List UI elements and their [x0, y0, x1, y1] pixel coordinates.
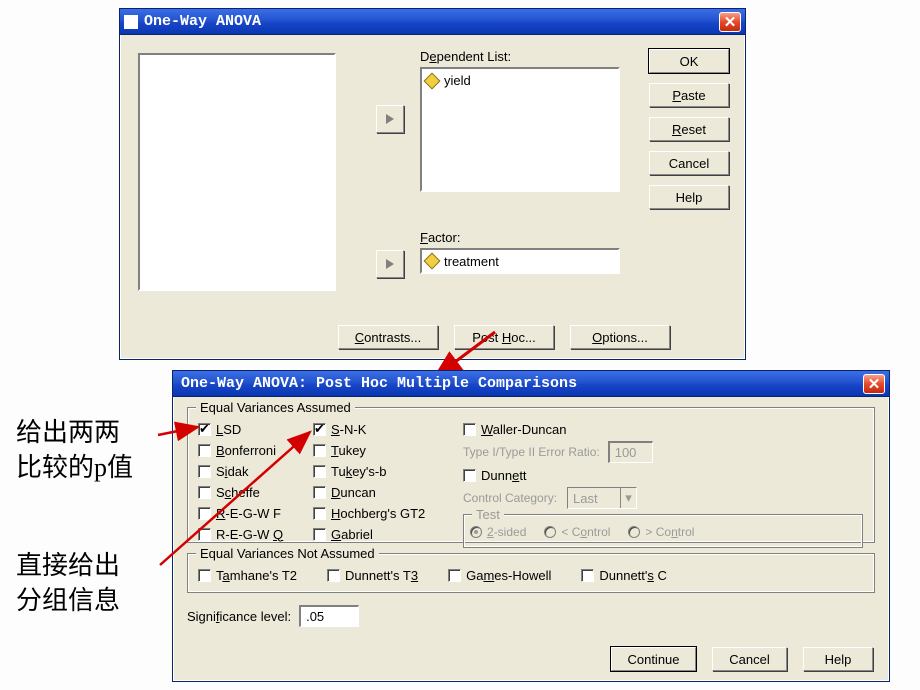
paste-button[interactable]: Paste	[649, 83, 729, 107]
checkbox-regwf[interactable]: R-E-G-W F	[198, 504, 313, 522]
error-ratio-label: Type I/Type II Error Ratio:	[463, 445, 600, 459]
group-test: Test 2-sided < Control > Control	[463, 514, 863, 548]
checkbox-bonferroni[interactable]: Bonferroni	[198, 441, 313, 459]
checkbox-snk[interactable]: ✔S-N-K	[313, 420, 463, 438]
options-button[interactable]: Options...	[570, 325, 670, 349]
annotation-2: 直接给出 分组信息	[16, 548, 120, 618]
checkbox-sidak[interactable]: Sidak	[198, 462, 313, 480]
app-icon	[124, 15, 138, 29]
dependent-list[interactable]: yield	[420, 67, 620, 192]
factor-field[interactable]: treatment	[420, 248, 620, 274]
variables-list[interactable]	[138, 53, 336, 291]
significance-input[interactable]: .05	[299, 605, 359, 627]
chevron-down-icon: ▾	[620, 488, 636, 508]
anova-dialog: One-Way ANOVA ✕ Dependent List: yield Fa…	[119, 8, 746, 360]
error-ratio-input: 100	[608, 441, 653, 463]
control-category-dropdown: Last ▾	[567, 487, 637, 509]
checkbox-gabriel[interactable]: Gabriel	[313, 525, 463, 543]
posthoc-dialog: One-Way ANOVA: Post Hoc Multiple Compari…	[172, 370, 890, 682]
checkbox-lsd[interactable]: ✔LSD	[198, 420, 313, 438]
control-category-label: Control Category:	[463, 491, 557, 505]
significance-label: Significance level:	[187, 609, 291, 624]
cancel-button[interactable]: Cancel	[649, 151, 729, 175]
checkbox-tukeysb[interactable]: Tukey's-b	[313, 462, 463, 480]
group-legend: Equal Variances Not Assumed	[196, 546, 379, 561]
checkbox-waller-duncan[interactable]: Waller-Duncan	[463, 420, 864, 438]
checkbox-hochberg[interactable]: Hochberg's GT2	[313, 504, 463, 522]
checkbox-duncan[interactable]: Duncan	[313, 483, 463, 501]
close-icon[interactable]: ✕	[719, 12, 741, 32]
scale-variable-icon	[424, 72, 441, 89]
title-text: One-Way ANOVA	[144, 13, 261, 30]
checkbox-dunnett-c[interactable]: Dunnett's C	[581, 566, 667, 584]
checkbox-regwq[interactable]: R-E-G-W Q	[198, 525, 313, 543]
move-to-dependent-button[interactable]	[376, 105, 404, 133]
group-equal-variances-assumed: Equal Variances Assumed ✔LSD Bonferroni …	[187, 407, 875, 543]
group-legend: Equal Variances Assumed	[196, 400, 355, 415]
checkbox-tamhane[interactable]: Tamhane's T2	[198, 566, 297, 584]
factor-item: treatment	[444, 254, 499, 269]
scale-variable-icon	[424, 253, 441, 270]
checkbox-dunnett[interactable]: Dunnett	[463, 466, 864, 484]
factor-label: Factor:	[420, 230, 460, 245]
group-equal-variances-not-assumed: Equal Variances Not Assumed Tamhane's T2…	[187, 553, 875, 593]
checkbox-dunnett-t3[interactable]: Dunnett's T3	[327, 566, 418, 584]
arrow-right-icon	[386, 259, 394, 269]
radio-gt-control: > Control	[628, 523, 694, 541]
cancel-button[interactable]: Cancel	[712, 647, 787, 671]
dependent-list-label: Dependent List:	[420, 49, 511, 64]
group-legend: Test	[472, 507, 504, 522]
arrow-right-icon	[386, 114, 394, 124]
annotation-1: 给出两两 比较的p值	[16, 415, 133, 485]
radio-lt-control: < Control	[544, 523, 610, 541]
checkbox-scheffe[interactable]: Scheffe	[198, 483, 313, 501]
dependent-list-item[interactable]: yield	[444, 73, 471, 88]
checkbox-games-howell[interactable]: Games-Howell	[448, 566, 551, 584]
contrasts-button[interactable]: Contrasts...	[338, 325, 438, 349]
titlebar-posthoc: One-Way ANOVA: Post Hoc Multiple Compari…	[173, 371, 889, 397]
titlebar-anova: One-Way ANOVA ✕	[120, 9, 745, 35]
close-icon[interactable]: ✕	[863, 374, 885, 394]
title-text: One-Way ANOVA: Post Hoc Multiple Compari…	[181, 375, 577, 392]
checkbox-tukey[interactable]: Tukey	[313, 441, 463, 459]
reset-button[interactable]: Reset	[649, 117, 729, 141]
move-to-factor-button[interactable]	[376, 250, 404, 278]
continue-button[interactable]: Continue	[611, 647, 696, 671]
help-button[interactable]: Help	[649, 185, 729, 209]
posthoc-button[interactable]: Post Hoc...	[454, 325, 554, 349]
ok-button[interactable]: OK	[649, 49, 729, 73]
radio-2sided: 2-sided	[470, 523, 526, 541]
help-button[interactable]: Help	[803, 647, 873, 671]
